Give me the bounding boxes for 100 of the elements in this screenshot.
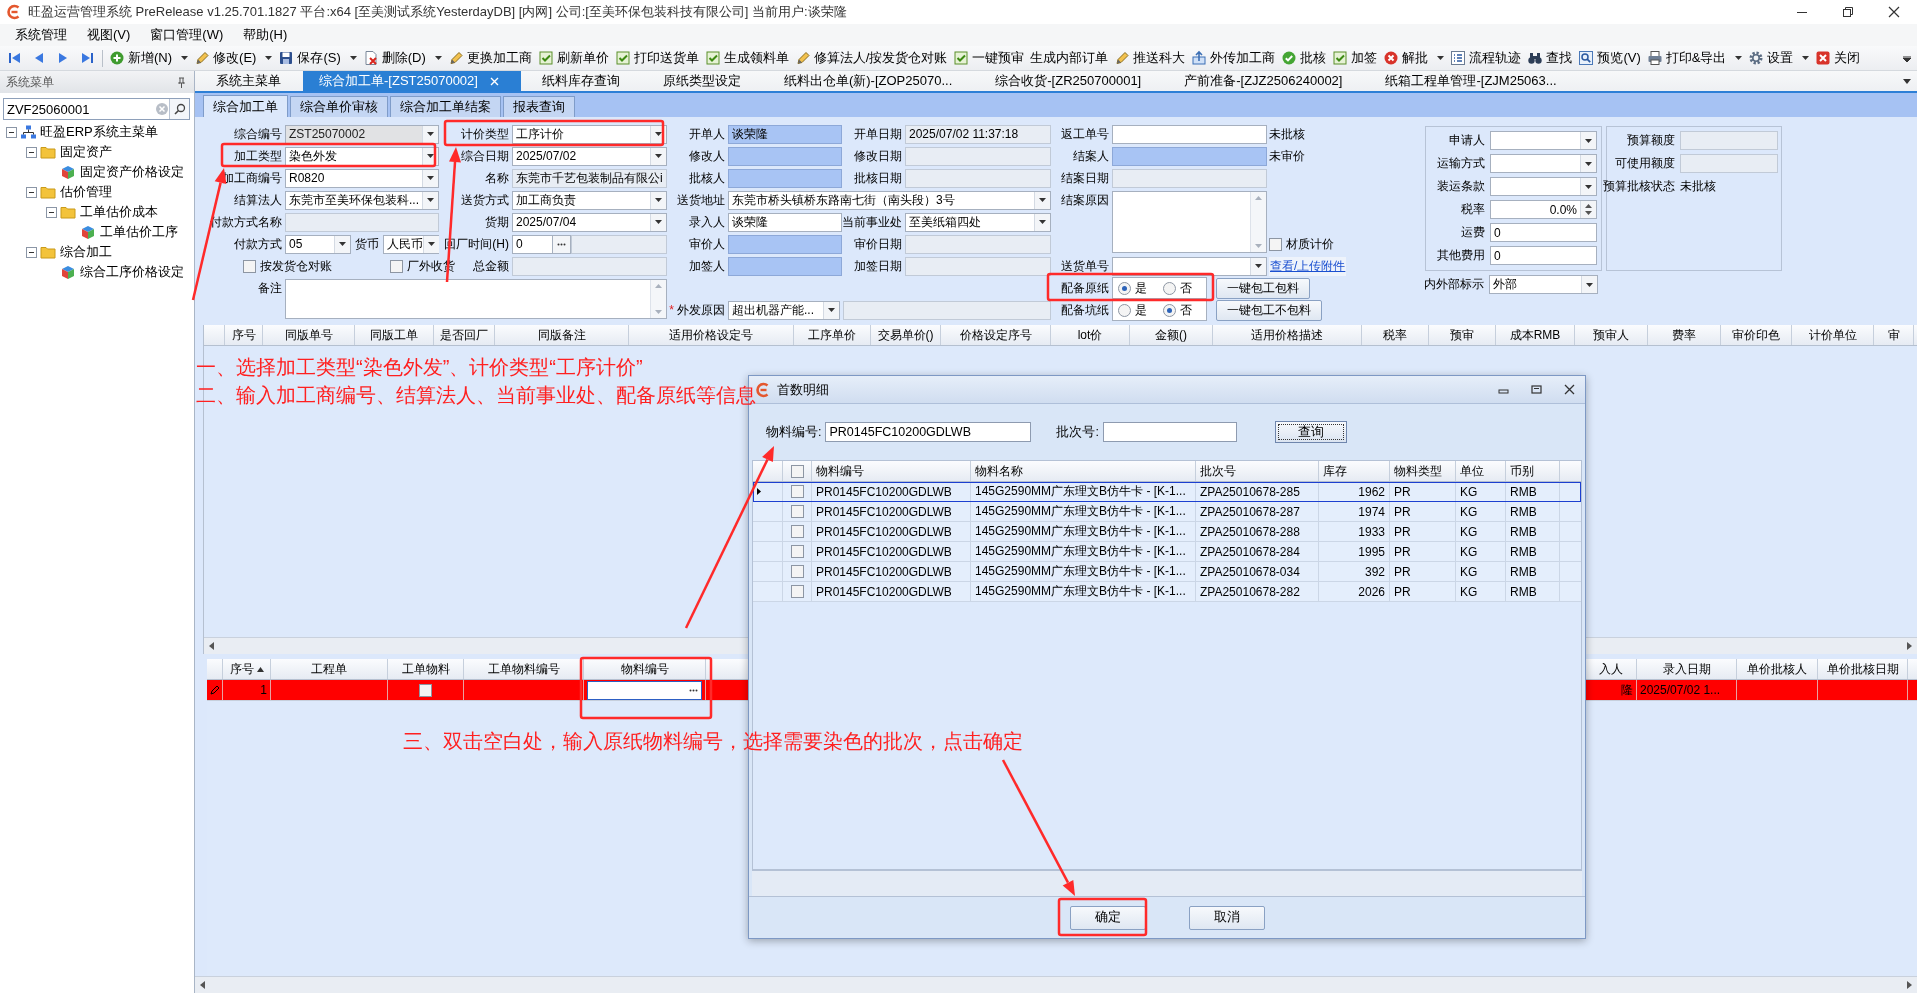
dropdown-field[interactable]: 人民币 [383,234,439,254]
search-button[interactable] [169,99,189,119]
radio-button[interactable] [1163,281,1176,295]
column-header[interactable]: 税率 [1362,325,1429,345]
dropdown-field[interactable]: ZST25070002 [285,124,439,144]
toolbar-button[interactable]: 查找 [1524,47,1576,69]
text-field[interactable]: 谈荣隆 [728,212,842,232]
input-field[interactable] [587,680,702,700]
text-field[interactable] [728,256,842,276]
tab[interactable]: 纸箱工程单管理-[ZJM25063... [1364,71,1579,91]
checkbox[interactable] [790,545,804,558]
toolbar-button[interactable]: 生成领料单 [701,47,792,69]
menu-item[interactable]: 帮助(H) [234,24,297,46]
tree-item[interactable]: 固定资产价格设定 [80,163,184,181]
collapse-icon[interactable] [26,146,37,158]
dropdown-field[interactable]: 东莞市至美环保包装科... [285,190,439,210]
column-header[interactable]: 录入日期 [1637,659,1737,679]
toolbar-button[interactable]: 删除(D) [359,47,445,69]
toolbar-button[interactable]: 预览(V) [1575,47,1644,69]
radio-button[interactable] [1118,303,1131,317]
column-header[interactable]: 预审 [1429,325,1496,345]
overflow-icon[interactable] [1903,56,1911,62]
toolbar-button[interactable]: 关闭 [1812,47,1864,69]
input-field[interactable] [1102,422,1237,442]
checkbox[interactable] [790,485,804,498]
table-row[interactable]: PR0145FC10200GDLWB 145G2590MM广东理文B仿牛卡 - [K-1... ZPA25010678-288 1933 PR KG RMB [753,522,1581,542]
first-page-icon[interactable] [7,50,23,66]
collapse-icon[interactable] [6,126,17,138]
text-field[interactable] [728,234,842,254]
tree-item[interactable]: 工单估价工序 [100,223,178,241]
toolbar-button[interactable]: 加签 [1329,47,1381,69]
close-icon[interactable] [1888,6,1900,18]
checkbox[interactable] [1269,237,1282,251]
tab-list-icon[interactable] [1903,79,1911,84]
column-header[interactable]: 交易单价() [871,325,941,345]
tab[interactable]: 综合加工单结案 [390,96,501,117]
column-header[interactable]: 工单物料编号 [464,659,584,679]
text-area[interactable] [1112,191,1267,253]
dropdown-field[interactable] [1112,256,1267,276]
toolbar-button[interactable]: 外传加工商 [1188,47,1279,69]
text-field[interactable]: 0 [1490,246,1597,265]
dropdown-field[interactable] [1490,154,1597,173]
dropdown-field[interactable]: 2025/07/04 [512,212,667,232]
dropdown-field[interactable]: 工序计价 [512,124,667,144]
pin-icon[interactable] [177,76,186,88]
column-header[interactable]: 同版备注 [495,325,629,345]
search-field[interactable]: ZVF25060001 [3,98,190,120]
table-row[interactable]: PR0145FC10200GDLWB 145G2590MM广东理文B仿牛卡 - [K-1... ZPA25010678-282 2026 PR KG RMB [753,582,1581,602]
toolbar-button[interactable]: 保存(S) [275,47,360,69]
toolbar-button[interactable]: 修改(E) [191,47,276,69]
dropdown-field[interactable]: 05 [285,234,351,254]
tree-item[interactable]: 估价管理 [60,183,112,201]
spin-field[interactable]: 0.0% [1490,200,1597,219]
column-header[interactable]: lot价 [1051,325,1130,345]
column-header[interactable]: 单位 [1456,461,1506,481]
maximize-icon[interactable] [1531,384,1542,395]
dropdown-field[interactable]: 加工商负责 [512,190,667,210]
column-header[interactable]: 审 [1874,325,1914,345]
tab[interactable]: 报表查询 [503,96,575,117]
column-header[interactable]: 物料类型 [1390,461,1456,481]
toolbar-button[interactable]: 更换加工商 [444,47,535,69]
tab[interactable]: 原纸类型设定 [641,71,763,91]
tab[interactable]: 综合加工单-[ZST25070002] [303,71,521,91]
toolbar-button[interactable]: 流程轨迹 [1447,47,1525,69]
column-header[interactable]: 币别 [1506,461,1560,481]
column-header[interactable]: 工程单 [271,659,388,679]
column-header[interactable]: 审价印色 [1721,325,1792,345]
column-header[interactable]: 物料名称 [971,461,1196,481]
tree-item[interactable]: 旺盈ERP系统主菜单 [40,123,158,141]
column-header[interactable]: 适用价格设定号 [629,325,794,345]
dropdown-field[interactable]: 东莞市桥头镇桥东路南七街（南头段）3号 [728,190,1051,210]
horizontal-scrollbar[interactable] [195,976,1917,993]
checkbox[interactable] [790,525,804,538]
toolbar-button[interactable]: 解批 [1380,47,1448,69]
toolbar-button[interactable]: 设置 [1745,47,1813,69]
column-header[interactable]: 工单物料 [388,659,464,679]
menu-item[interactable]: 窗口管理(W) [141,24,233,46]
browse-button[interactable] [553,234,571,254]
dialog-button[interactable]: 确定 [1069,905,1146,930]
checkbox[interactable] [390,259,403,273]
text-field[interactable] [728,168,842,188]
tree-item[interactable]: 综合加工 [60,243,112,261]
column-header[interactable]: 同版单号 [263,325,355,345]
column-header[interactable]: 单价批核日期 [1818,659,1908,679]
checkbox[interactable] [243,259,256,273]
column-header[interactable]: 预审人 [1575,325,1648,345]
dropdown-field[interactable]: 超出机器产能... [728,300,840,320]
tab[interactable]: 综合单价审核 [290,96,388,117]
column-header[interactable]: 批次号 [1196,461,1319,481]
toolbar-button[interactable]: 一键预审 [950,47,1028,69]
toolbar-button[interactable]: 打印送货单 [611,47,702,69]
column-header[interactable]: 成本RMB [1496,325,1575,345]
tab[interactable]: 综合收货-[ZR250700001] [974,71,1164,91]
text-field[interactable] [728,146,842,166]
menu-item[interactable]: 视图(V) [78,24,140,46]
dropdown-field[interactable]: 2025/07/02 [512,146,667,166]
tab[interactable]: 综合加工单 [203,95,288,117]
checkbox[interactable] [419,683,432,697]
restore-icon[interactable] [1842,6,1854,18]
dropdown-field[interactable]: R0820 [285,168,439,188]
